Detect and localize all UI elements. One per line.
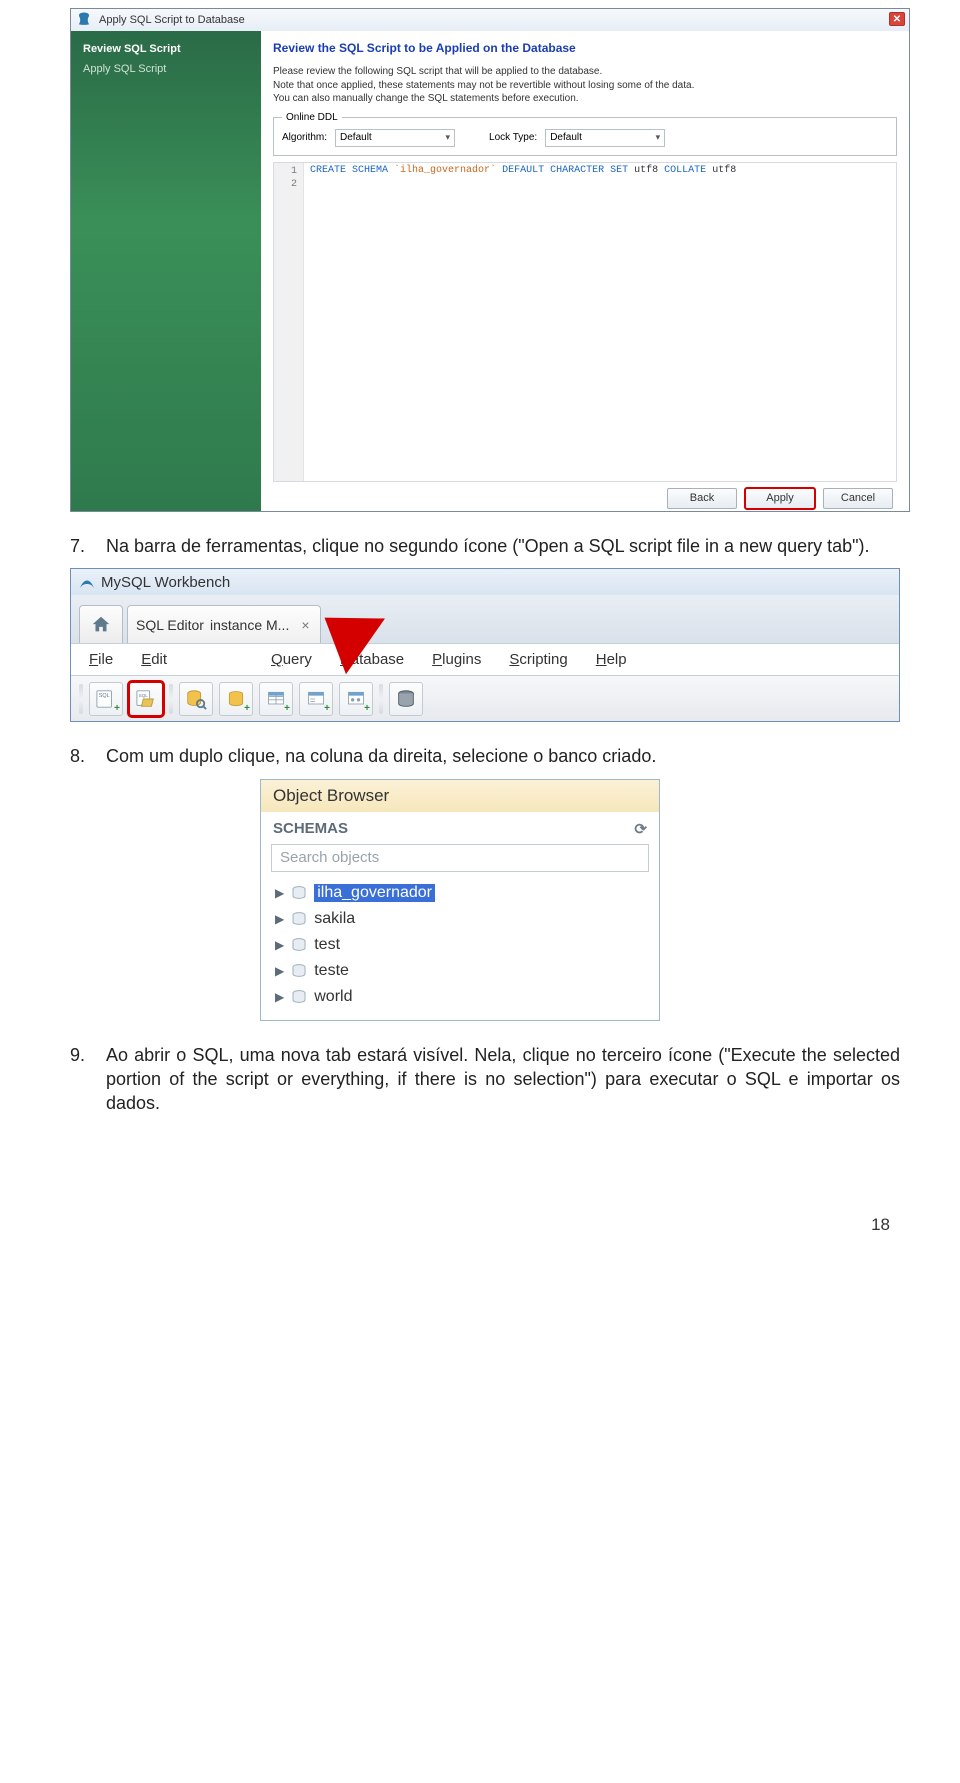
workbench-toolbar: SQL + SQL + + + [71, 675, 899, 721]
wizard-sidebar: Review SQL Script Apply SQL Script [71, 31, 261, 511]
schema-item[interactable]: ▶ teste [275, 958, 659, 984]
menu-database[interactable]: Database [340, 651, 404, 668]
menu-edit[interactable]: Edit [141, 651, 167, 668]
sql-code[interactable]: CREATE SCHEMA `ilha_governador` DEFAULT … [304, 163, 740, 481]
refresh-icon[interactable]: ⟳ [634, 820, 647, 838]
workbench-titlebar[interactable]: MySQL Workbench [71, 569, 899, 595]
database-icon [290, 963, 308, 979]
open-sql-script-button[interactable]: SQL [129, 682, 163, 716]
dialog-heading: Review the SQL Script to be Applied on t… [273, 41, 897, 55]
folder-sql-icon: SQL [135, 689, 157, 709]
database-icon [290, 911, 308, 927]
dialog-titlebar[interactable]: Apply SQL Script to Database ✕ [71, 9, 909, 31]
locktype-dropdown[interactable]: Default▾ [545, 129, 665, 147]
object-browser-title: Object Browser [261, 780, 659, 812]
schema-item[interactable]: ▶ test [275, 932, 659, 958]
tab-close-icon[interactable]: × [301, 617, 309, 633]
dialog-desc: Please review the following SQL script t… [273, 65, 897, 106]
workbench-window: MySQL Workbench SQL Editor instance M...… [70, 568, 900, 722]
schema-list: ▶ ilha_governador ▶ sakila ▶ test ▶ test… [261, 878, 659, 1020]
home-tab[interactable] [79, 605, 123, 643]
menu-help[interactable]: Help [596, 651, 627, 668]
workbench-tabs: SQL Editor instance M... × [71, 595, 899, 643]
expand-icon[interactable]: ▶ [275, 912, 284, 926]
toolbar-separator [79, 684, 83, 714]
wizard-step-apply[interactable]: Apply SQL Script [81, 59, 251, 79]
workbench-menubar: File Edit Query Database Plugins Scripti… [71, 643, 899, 675]
new-sql-tab-button[interactable]: SQL + [89, 682, 123, 716]
new-routine-button[interactable]: + [339, 682, 373, 716]
algorithm-dropdown[interactable]: Default▾ [335, 129, 455, 147]
mysql-icon [77, 12, 91, 26]
menu-query[interactable]: Query [271, 651, 312, 668]
apply-button[interactable]: Apply [745, 488, 815, 509]
new-table-button[interactable]: + [259, 682, 293, 716]
mysql-icon [79, 574, 95, 590]
sql-editor[interactable]: 1 2 CREATE SCHEMA `ilha_governador` DEFA… [273, 162, 897, 482]
expand-icon[interactable]: ▶ [275, 938, 284, 952]
schemas-header: SCHEMAS ⟳ [261, 812, 659, 840]
new-schema-icon [226, 689, 246, 709]
dialog-title: Apply SQL Script to Database [99, 14, 245, 26]
menu-scripting[interactable]: Scripting [509, 651, 567, 668]
back-button[interactable]: Back [667, 488, 737, 509]
chevron-down-icon: ▾ [445, 132, 450, 143]
server-admin-button[interactable] [389, 682, 423, 716]
page-number: 18 [0, 1215, 960, 1255]
view-icon [306, 689, 326, 709]
plus-icon: + [364, 703, 370, 714]
chevron-down-icon: ▾ [656, 132, 661, 143]
home-icon [90, 614, 112, 636]
menu-plugins[interactable]: Plugins [432, 651, 481, 668]
apply-sql-dialog: Apply SQL Script to Database ✕ Review SQ… [70, 8, 910, 512]
plus-icon: + [114, 703, 120, 714]
database-icon [290, 885, 308, 901]
plus-icon: + [324, 703, 330, 714]
expand-icon[interactable]: ▶ [275, 886, 284, 900]
svg-text:SQL: SQL [99, 693, 110, 699]
locktype-label: Lock Type: [489, 132, 537, 143]
inspector-button[interactable] [179, 682, 213, 716]
table-icon [266, 689, 286, 709]
new-schema-button[interactable]: + [219, 682, 253, 716]
algorithm-label: Algorithm: [282, 132, 327, 143]
toolbar-separator [169, 684, 173, 714]
online-ddl-group: Online DDL Algorithm: Default▾ Lock Type… [273, 112, 897, 156]
server-icon [395, 688, 417, 710]
wizard-step-review[interactable]: Review SQL Script [81, 39, 251, 59]
schema-item[interactable]: ▶ sakila [275, 906, 659, 932]
cancel-button[interactable]: Cancel [823, 488, 893, 509]
schema-search-input[interactable]: Search objects [271, 844, 649, 872]
new-view-button[interactable]: + [299, 682, 333, 716]
database-icon [290, 937, 308, 953]
doc-step-9: 9. Ao abrir o SQL, uma nova tab estará v… [70, 1043, 900, 1116]
ddl-legend: Online DDL [282, 112, 342, 123]
line-gutter: 1 2 [274, 163, 304, 481]
db-inspect-icon [185, 688, 207, 710]
schema-item[interactable]: ▶ ilha_governador [275, 880, 659, 906]
toolbar-separator [379, 684, 383, 714]
plus-icon: + [284, 703, 290, 714]
database-icon [290, 989, 308, 1005]
schema-item[interactable]: ▶ world [275, 984, 659, 1010]
sql-editor-tab[interactable]: SQL Editor instance M... × [127, 605, 321, 643]
expand-icon[interactable]: ▶ [275, 990, 284, 1004]
plus-icon: + [244, 703, 250, 714]
doc-step-7: 7. Na barra de ferramentas, clique no se… [70, 534, 900, 558]
svg-text:SQL: SQL [139, 693, 149, 698]
menu-file[interactable]: File [89, 651, 113, 668]
routine-icon [346, 689, 366, 709]
expand-icon[interactable]: ▶ [275, 964, 284, 978]
close-icon[interactable]: ✕ [889, 12, 905, 26]
object-browser-panel: Object Browser SCHEMAS ⟳ Search objects … [260, 779, 660, 1021]
doc-step-8: 8. Com um duplo clique, na coluna da dir… [70, 744, 900, 768]
